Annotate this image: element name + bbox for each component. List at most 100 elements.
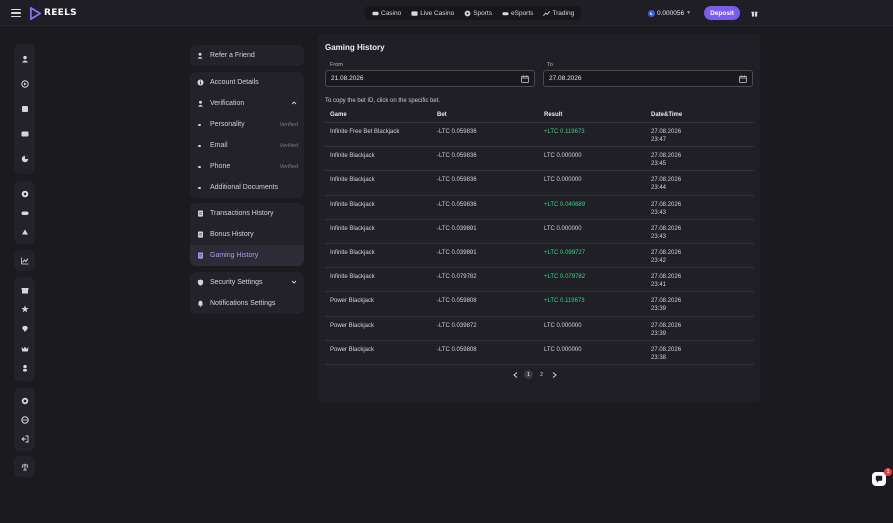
- live-icon[interactable]: [18, 127, 32, 141]
- row-date: 27.08.2026: [651, 274, 682, 281]
- bell-icon: [196, 300, 204, 308]
- bullet-dot: [198, 186, 201, 189]
- menu-account-details[interactable]: Account Details: [190, 72, 304, 93]
- page-title: Gaming History: [325, 43, 385, 52]
- nav-casino[interactable]: Casino: [368, 6, 405, 20]
- document-icon: [196, 252, 204, 260]
- row-result: +LTC 0.099727: [544, 249, 586, 256]
- row-game: Infinite Blackjack: [330, 225, 375, 232]
- menu-notifications-settings[interactable]: Notifications Settings: [190, 293, 304, 314]
- support-icon[interactable]: [18, 394, 32, 408]
- menu-gaming-history[interactable]: Gaming History: [190, 245, 304, 266]
- rail-group-legal: [14, 456, 35, 477]
- balance-selector[interactable]: Ł 0.000056 ▼: [648, 6, 698, 20]
- menu-refer-friend[interactable]: Refer a Friend: [190, 45, 304, 66]
- chevron-right-icon[interactable]: [550, 370, 559, 379]
- row-datetime: 27.08.2026 23:43: [651, 201, 681, 217]
- table-row[interactable]: Power Blackjack -LTC 0.059808 +LTC 0.11967…: [325, 292, 754, 317]
- trading-icon: [543, 10, 551, 16]
- row-datetime: 27.08.2026 23:47: [651, 128, 681, 144]
- nav-trading[interactable]: Trading: [539, 6, 578, 20]
- column-header-game: Game: [330, 112, 347, 118]
- verification-personality-label: Personality: [210, 121, 245, 128]
- menu-security-settings-label: Security Settings: [210, 279, 263, 286]
- row-date: 27.08.2026: [651, 346, 682, 353]
- football-icon[interactable]: [18, 187, 32, 201]
- page-1-button[interactable]: 1: [524, 370, 533, 379]
- to-date-value: 27.08.2026: [549, 75, 582, 82]
- nav-live-casino-label: Live Casino: [420, 9, 455, 17]
- gamepad-icon[interactable]: [18, 206, 32, 220]
- bullet-dot: [198, 144, 201, 147]
- table-row[interactable]: Infinite Blackjack -LTC 0.059836 +LTC 0.04…: [325, 196, 754, 220]
- nav-esports[interactable]: eSports: [498, 6, 537, 20]
- menu-transactions-history[interactable]: Transactions History: [190, 203, 304, 224]
- chevron-left-icon[interactable]: [511, 370, 520, 379]
- table-row[interactable]: Infinite Free Bet Blackjack -LTC 0.059836…: [325, 123, 754, 148]
- row-date: 27.08.2026: [651, 322, 682, 329]
- recent-games-icon[interactable]: [18, 77, 32, 91]
- menu-security-settings[interactable]: Security Settings: [190, 272, 304, 293]
- from-date-value: 21.08.2026: [331, 75, 364, 82]
- chart-icon[interactable]: [18, 254, 32, 268]
- row-time: 23:44: [651, 185, 667, 192]
- table-row[interactable]: Infinite Blackjack -LTC 0.059836 LTC 0.000…: [325, 147, 754, 172]
- row-game: Infinite Blackjack: [330, 201, 375, 208]
- menu-icon[interactable]: [11, 9, 21, 17]
- row-datetime: 27.08.2026 23:43: [651, 225, 681, 241]
- verified-badge: Verified: [279, 121, 298, 128]
- calendar-icon[interactable]: [521, 75, 529, 83]
- row-time: 23:43: [651, 233, 667, 240]
- row-game: Infinite Free Bet Blackjack: [330, 129, 400, 135]
- brand-logo[interactable]: REELS: [29, 6, 77, 20]
- table-row[interactable]: Power Blackjack -LTC 0.039872 LTC 0.000000…: [325, 317, 754, 341]
- verification-email-label: Email: [210, 142, 228, 149]
- globe-icon[interactable]: [18, 413, 32, 427]
- row-bet: -LTC 0.059836: [437, 201, 477, 208]
- column-header-datetime: Date&Time: [651, 112, 683, 118]
- menu-verification-label: Verification: [210, 100, 245, 107]
- bullet-dot: [198, 123, 201, 126]
- column-header-bet: Bet: [437, 112, 447, 118]
- table-row[interactable]: Infinite Blackjack -LTC 0.079782 +LTC 0.07…: [325, 268, 754, 293]
- pagination: 1 2: [511, 370, 559, 379]
- table-row[interactable]: Infinite Blackjack -LTC 0.039891 +LTC 0.09…: [325, 244, 754, 269]
- row-bet: -LTC 0.079782: [437, 274, 477, 281]
- crown-icon[interactable]: [18, 342, 32, 356]
- nav-sports[interactable]: Sports: [460, 6, 496, 20]
- slots-icon[interactable]: [18, 152, 32, 166]
- gift-icon[interactable]: [18, 283, 32, 297]
- user-icon[interactable]: [18, 52, 32, 66]
- row-date: 27.08.2026: [651, 225, 682, 232]
- verification-email[interactable]: Email Verified: [190, 135, 304, 156]
- deposit-button[interactable]: Deposit: [704, 6, 740, 20]
- table-row[interactable]: Power Blackjack -LTC 0.059808 LTC 0.000000…: [325, 341, 754, 365]
- verification-personality[interactable]: Personality Verified: [190, 114, 304, 135]
- menu-verification[interactable]: Verification: [190, 93, 304, 114]
- nav-live-casino[interactable]: Live Casino: [407, 6, 458, 20]
- diamond-icon[interactable]: [18, 322, 32, 336]
- star-icon[interactable]: [18, 302, 32, 316]
- table-row[interactable]: Infinite Blackjack -LTC 0.039891 LTC 0.000…: [325, 220, 754, 244]
- cards-icon[interactable]: [18, 102, 32, 116]
- affiliate-icon[interactable]: [18, 361, 32, 375]
- table-row[interactable]: Infinite Blackjack -LTC 0.059836 LTC 0.000…: [325, 171, 754, 196]
- sports-icon: [464, 10, 471, 16]
- calendar-icon[interactable]: [739, 75, 747, 83]
- logout-icon[interactable]: [18, 432, 32, 446]
- row-time: 23:43: [651, 209, 667, 216]
- live-casino-icon: [411, 10, 418, 16]
- account-card: Account Details Verification Personality…: [190, 72, 304, 198]
- balance-scale-icon[interactable]: [18, 460, 32, 474]
- to-date-field[interactable]: 27.08.2026: [543, 70, 753, 87]
- verification-additional-documents[interactable]: Additional Documents: [190, 177, 304, 198]
- racing-icon[interactable]: [18, 225, 32, 239]
- from-date-field[interactable]: 21.08.2026: [325, 70, 535, 87]
- page-2-button[interactable]: 2: [537, 370, 546, 379]
- row-bet: -LTC 0.039891: [437, 249, 477, 256]
- verification-phone[interactable]: Phone Verified: [190, 156, 304, 177]
- menu-bonus-history[interactable]: Bonus History: [190, 224, 304, 245]
- gift-icon[interactable]: [748, 7, 760, 19]
- row-bet: -LTC 0.059836: [437, 129, 477, 135]
- document-icon: [196, 231, 204, 239]
